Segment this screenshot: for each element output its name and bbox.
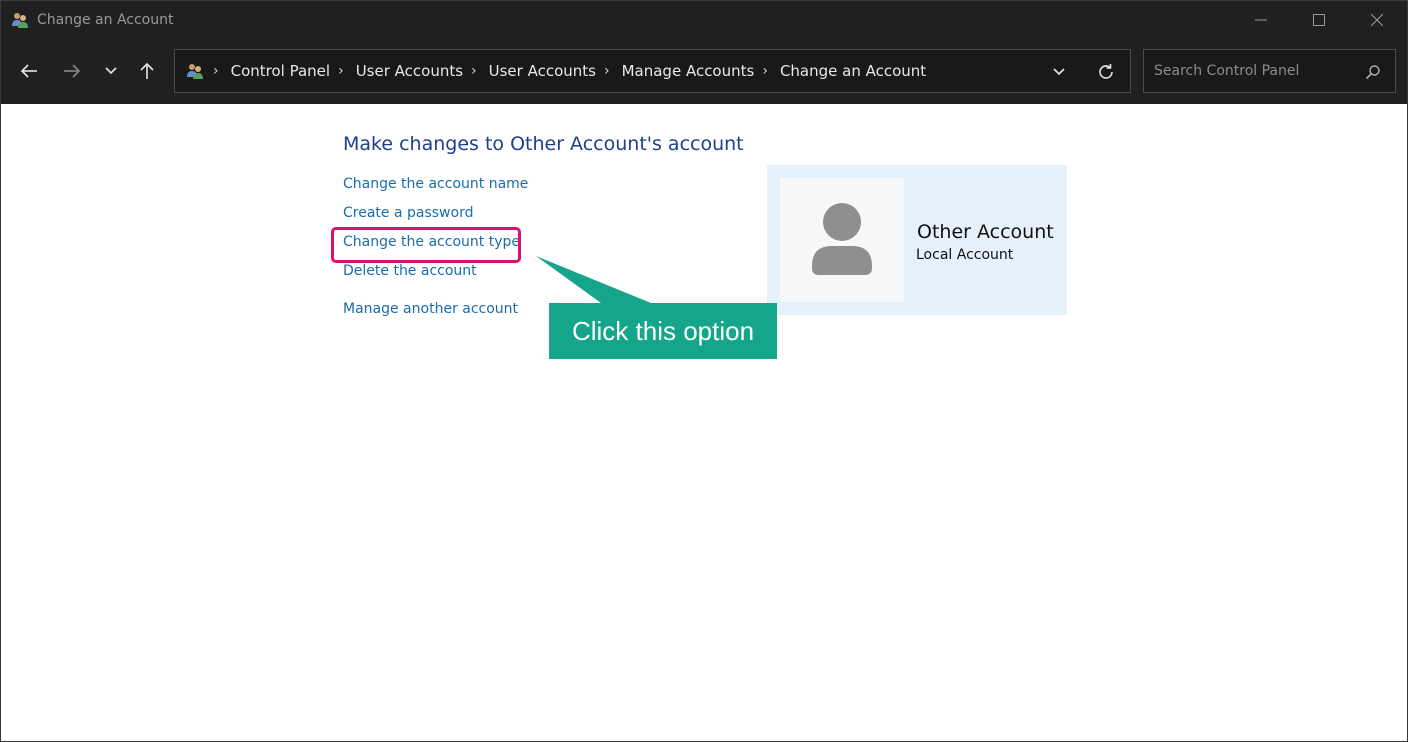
user-accounts-icon xyxy=(11,11,29,29)
delete-account-link[interactable]: Delete the account xyxy=(343,263,477,279)
highlight-annotation xyxy=(331,227,521,263)
breadcrumb-item[interactable]: Change an Account xyxy=(780,62,926,80)
create-password-link[interactable]: Create a password xyxy=(343,205,473,221)
account-type: Local Account xyxy=(916,247,1014,263)
page-heading: Make changes to Other Account's account xyxy=(343,133,744,155)
refresh-button[interactable] xyxy=(1095,61,1117,83)
recent-locations-button[interactable] xyxy=(97,59,125,83)
refresh-icon xyxy=(1099,64,1113,79)
breadcrumb-separator[interactable]: › xyxy=(338,63,344,79)
minimize-icon xyxy=(1255,19,1267,21)
address-history-button[interactable] xyxy=(1047,62,1071,82)
navigation-bar: › Control Panel › User Accounts › User A… xyxy=(1,39,1407,104)
maximize-button[interactable] xyxy=(1290,1,1348,39)
arrow-up-icon xyxy=(140,62,154,79)
breadcrumb-item[interactable]: Control Panel xyxy=(231,62,330,80)
change-account-name-link[interactable]: Change the account name xyxy=(343,176,528,192)
account-card: Other Account Local Account xyxy=(767,165,1067,315)
breadcrumb-separator[interactable]: › xyxy=(471,63,477,79)
breadcrumb-item[interactable]: Manage Accounts xyxy=(622,62,755,80)
maximize-icon xyxy=(1313,14,1325,26)
breadcrumb-separator[interactable]: › xyxy=(213,63,219,79)
search-placeholder: Search Control Panel xyxy=(1154,63,1300,79)
avatar xyxy=(780,178,904,302)
breadcrumb-separator[interactable]: › xyxy=(604,63,610,79)
callout-annotation: Click this option xyxy=(549,303,777,359)
up-button[interactable] xyxy=(133,59,161,83)
search-box[interactable]: Search Control Panel xyxy=(1143,49,1396,93)
user-avatar-icon xyxy=(812,203,872,275)
arrow-right-icon xyxy=(64,64,81,78)
chevron-down-icon xyxy=(1053,68,1065,76)
search-icon[interactable] xyxy=(1365,64,1381,85)
manage-another-account-link[interactable]: Manage another account xyxy=(343,301,518,317)
close-icon xyxy=(1371,14,1383,26)
chevron-down-icon xyxy=(105,67,117,75)
forward-button[interactable] xyxy=(58,59,86,83)
breadcrumb-item[interactable]: User Accounts xyxy=(356,62,463,80)
close-button[interactable] xyxy=(1348,1,1406,39)
minimize-button[interactable] xyxy=(1232,1,1290,39)
back-button[interactable] xyxy=(15,59,43,83)
breadcrumb-separator[interactable]: › xyxy=(762,63,768,79)
address-bar[interactable]: › Control Panel › User Accounts › User A… xyxy=(174,49,1131,93)
arrow-left-icon xyxy=(20,64,37,78)
user-accounts-icon xyxy=(185,62,205,80)
breadcrumb-item[interactable]: User Accounts xyxy=(489,62,596,80)
control-panel-window: Change an Account › Control Panel › User… xyxy=(0,0,1408,742)
account-name: Other Account xyxy=(917,221,1054,243)
callout-pointer xyxy=(536,256,651,303)
breadcrumb: › Control Panel › User Accounts › User A… xyxy=(213,50,930,92)
window-title: Change an Account xyxy=(37,12,174,28)
title-bar: Change an Account xyxy=(1,1,1407,39)
